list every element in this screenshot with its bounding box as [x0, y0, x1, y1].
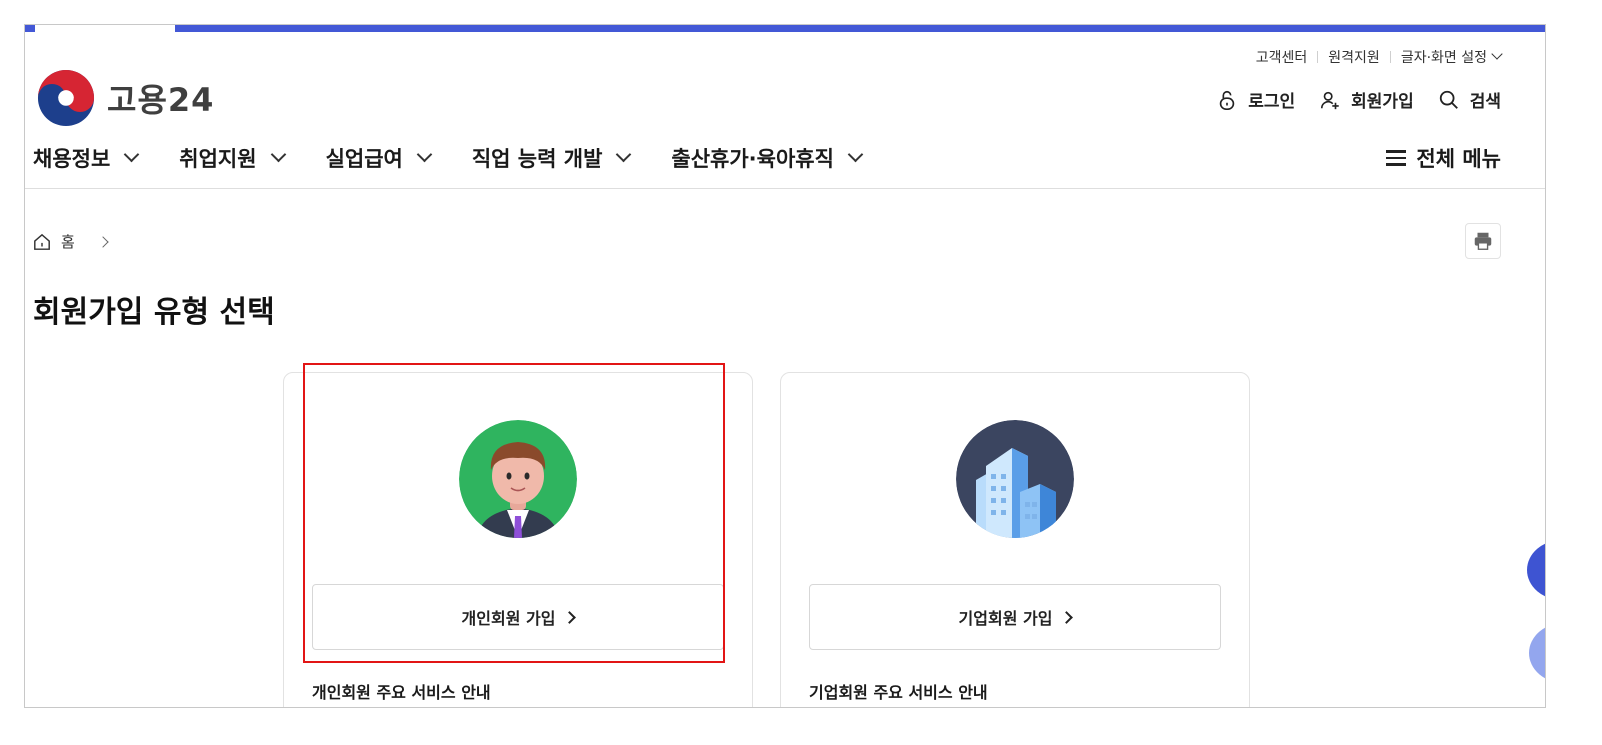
gnb-item-parental-leave[interactable]: 출산휴가·육아휴직 [671, 143, 864, 173]
personal-service-info[interactable]: 개인회원 주요 서비스 안내 [312, 679, 491, 703]
signup-label: 회원가입 [1351, 92, 1414, 112]
chevron-down-icon [1491, 48, 1503, 60]
display-settings-link[interactable]: 글자·화면 설정 [1401, 47, 1487, 67]
customer-center-link[interactable]: 고객센터 [1256, 47, 1308, 67]
search-icon [1439, 90, 1458, 109]
breadcrumb: 홈 [33, 231, 109, 252]
business-service-info[interactable]: 기업회원 주요 서비스 안내 [809, 679, 988, 703]
personal-signup-button[interactable]: 개인회원 가입 [312, 584, 724, 650]
gnb-item-jobs[interactable]: 채용정보 [33, 143, 140, 173]
all-menu-label: 전체 메뉴 [1416, 147, 1501, 171]
floating-button-secondary[interactable] [1529, 623, 1545, 683]
chevron-down-icon [847, 146, 864, 162]
printer-icon [1474, 232, 1492, 250]
main-navigation: 채용정보 취업지원 실업급여 직업 능력 개발 출산휴가·육아휴직 [33, 143, 903, 173]
login-button[interactable]: 로그인 [1216, 87, 1295, 112]
signup-button[interactable]: 회원가입 [1319, 87, 1414, 112]
header-actions: 로그인 회원가입 검색 [1192, 87, 1501, 112]
all-menu-button[interactable]: 전체 메뉴 [1386, 143, 1501, 173]
search-button[interactable]: 검색 [1438, 87, 1501, 112]
page-title: 회원가입 유형 선택 [33, 295, 275, 330]
chevron-right-icon [1060, 610, 1074, 624]
gnb-item-unemployment-benefit[interactable]: 실업급여 [326, 143, 433, 173]
building-icon [956, 420, 1074, 538]
personal-member-card: 개인회원 가입 개인회원 주요 서비스 안내 [283, 372, 753, 707]
utility-links: 고객센터 원격지원 글자·화면 설정 [1256, 47, 1503, 67]
chevron-down-icon [270, 146, 286, 162]
remote-support-link[interactable]: 원격지원 [1328, 47, 1380, 67]
hamburger-icon [1386, 150, 1407, 166]
lock-icon [1219, 90, 1235, 110]
add-user-icon [1321, 91, 1339, 109]
floating-button[interactable] [1527, 540, 1545, 600]
taegeuk-logo-icon [37, 69, 95, 127]
search-label: 검색 [1469, 92, 1501, 112]
top-accent-bar [25, 25, 1545, 32]
business-signup-button[interactable]: 기업회원 가입 [809, 584, 1221, 650]
gnb-item-job-training[interactable]: 직업 능력 개발 [472, 143, 632, 173]
home-icon[interactable] [33, 233, 51, 251]
login-label: 로그인 [1248, 92, 1296, 112]
breadcrumb-home[interactable]: 홈 [61, 231, 75, 252]
gnb-item-employment-support[interactable]: 취업지원 [179, 143, 286, 173]
browser-viewport: 고객센터 원격지원 글자·화면 설정 고용24 로그인 회원가입 검색 채용정보 [24, 24, 1546, 708]
print-button[interactable] [1465, 223, 1501, 259]
business-member-card: 기업회원 가입 기업회원 주요 서비스 안내 [780, 372, 1250, 707]
site-logo[interactable]: 고용24 [37, 69, 214, 127]
brand-name: 고용24 [107, 81, 215, 119]
chevron-down-icon [616, 146, 632, 162]
person-avatar-icon [459, 420, 577, 538]
chevron-right-icon [563, 610, 577, 624]
nav-divider [25, 188, 1545, 189]
chevron-down-icon [416, 146, 433, 162]
chevron-down-icon [124, 146, 140, 162]
chevron-right-icon [97, 235, 109, 248]
